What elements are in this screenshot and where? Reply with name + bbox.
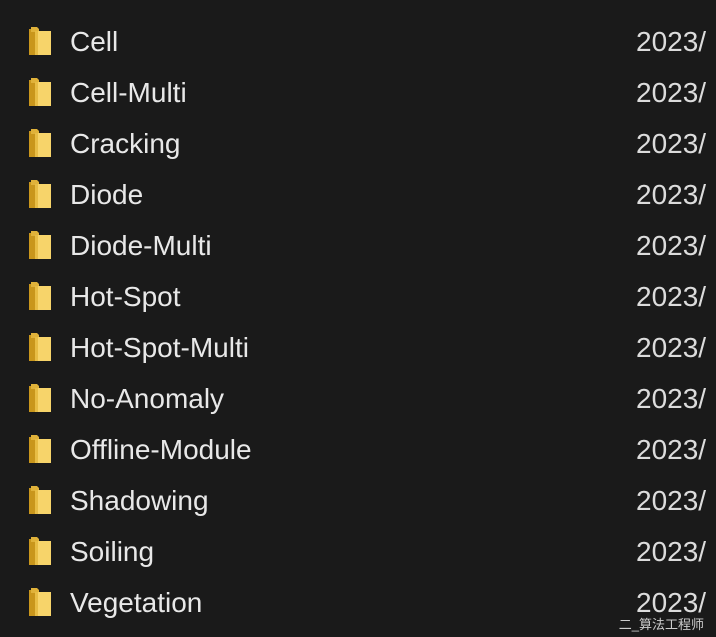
folder-row[interactable]: Hot-Spot 2023/ — [0, 271, 716, 322]
file-name: Soiling — [70, 536, 155, 567]
folder-row[interactable]: Soiling 2023/ — [0, 526, 716, 577]
folder-row[interactable]: Offline-Module 2023/ — [0, 424, 716, 475]
file-name: Shadowing — [70, 485, 209, 516]
file-date: 2023/ — [636, 434, 707, 465]
folder-icon — [27, 26, 53, 56]
folder-row[interactable]: Shadowing 2023/ — [0, 475, 716, 526]
file-date: 2023/ — [636, 77, 707, 108]
file-date: 2023/ — [636, 383, 707, 414]
file-name: Cell — [70, 26, 119, 57]
watermark: 二_算法工程师 — [618, 617, 704, 632]
folder-row[interactable]: Vegetation 2023/ — [0, 577, 716, 628]
folder-row[interactable]: Diode-Multi 2023/ — [0, 220, 716, 271]
file-name: Cell-Multi — [70, 77, 187, 108]
folder-icon — [27, 536, 53, 566]
folder-icon — [27, 587, 53, 617]
folder-row[interactable]: Cell 2023/ — [0, 16, 716, 67]
folder-row[interactable]: Cell-Multi 2023/ — [0, 67, 716, 118]
file-name: Diode-Multi — [70, 230, 212, 261]
file-name: Hot-Spot — [70, 281, 181, 312]
folder-icon — [27, 230, 53, 260]
file-date: 2023/ — [636, 485, 707, 516]
file-date: 2023/ — [636, 230, 707, 261]
folder-icon — [27, 77, 53, 107]
file-name: Cracking — [70, 128, 181, 159]
folder-icon — [27, 332, 53, 362]
folder-row[interactable]: Hot-Spot-Multi 2023/ — [0, 322, 716, 373]
file-date: 2023/ — [636, 179, 707, 210]
folder-row[interactable]: No-Anomaly 2023/ — [0, 373, 716, 424]
file-name: Diode — [70, 179, 144, 210]
folder-icon — [27, 383, 53, 413]
file-name: Vegetation — [70, 587, 203, 618]
folder-row[interactable]: Cracking 2023/ — [0, 118, 716, 169]
folder-icon — [27, 179, 53, 209]
file-date: 2023/ — [636, 281, 707, 312]
file-date: 2023/ — [636, 536, 707, 567]
file-date: 2023/ — [636, 332, 707, 363]
file-date: 2023/ — [636, 128, 707, 159]
file-list: Cell 2023/ Cell-Multi 2023/ Cracking 202… — [0, 16, 716, 628]
file-name: Offline-Module — [70, 434, 252, 465]
folder-icon — [27, 281, 53, 311]
folder-icon — [27, 434, 53, 464]
file-name: Hot-Spot-Multi — [70, 332, 249, 363]
folder-icon — [27, 485, 53, 515]
file-name: No-Anomaly — [70, 383, 225, 414]
file-date: 2023/ — [636, 26, 707, 57]
folder-icon — [27, 128, 53, 158]
folder-row[interactable]: Diode 2023/ — [0, 169, 716, 220]
